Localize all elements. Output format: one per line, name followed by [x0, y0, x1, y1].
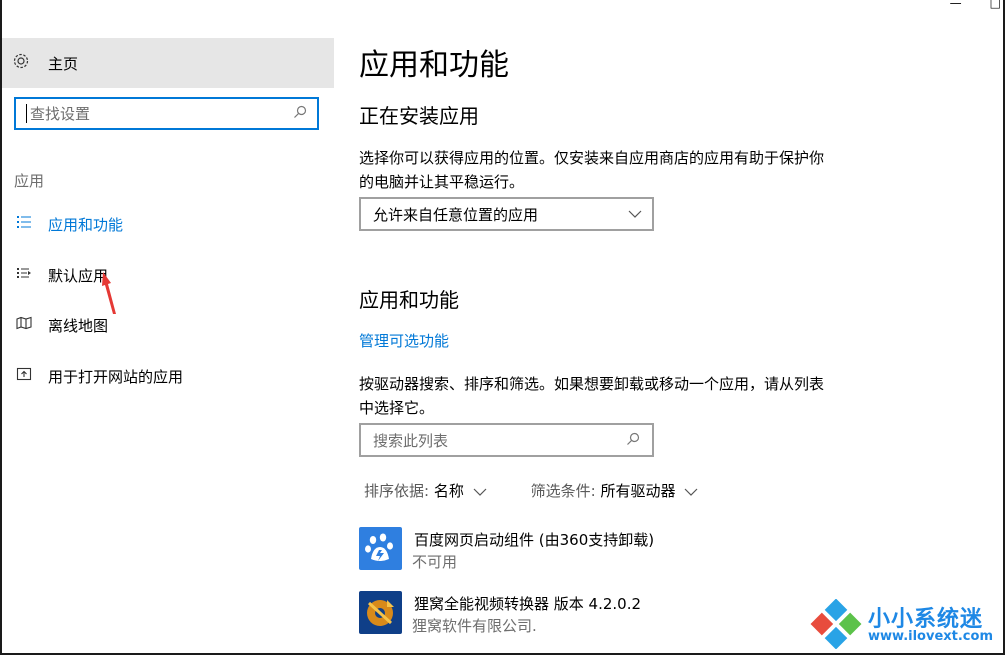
sidebar-item-home[interactable]: 主页 — [2, 38, 334, 88]
default-apps-icon — [14, 265, 34, 285]
sidebar-item-apps-features[interactable]: 应用和功能 — [2, 208, 334, 240]
app-name: 狸窝全能视频转换器 版本 4.2.0.2 — [414, 595, 642, 613]
offline-maps-icon — [14, 315, 34, 335]
app-status: 不可用 — [412, 553, 458, 571]
watermark: 小小系统迷 www.ilovext.com — [810, 599, 995, 649]
chevron-down-icon — [628, 207, 642, 221]
gear-icon — [12, 52, 32, 74]
apps-description: 按驱动器搜索、排序和筛选。如果想要卸载或移动一个应用，请从列表中选择它。 — [359, 375, 825, 417]
search-placeholder: 查找设置 — [30, 105, 91, 123]
sidebar: 主页 查找设置 应用 应用和功能 默认应用 离线地图 用于打开网站的应用 — [2, 0, 334, 653]
search-icon[interactable] — [293, 105, 307, 123]
sort-by-dropdown[interactable]: 排序依据: 名称 — [364, 480, 487, 501]
apps-features-heading: 应用和功能 — [359, 288, 459, 312]
sidebar-item-label: 用于打开网站的应用 — [48, 367, 184, 386]
sidebar-item-offline-maps[interactable]: 离线地图 — [2, 309, 334, 341]
sidebar-item-label: 离线地图 — [48, 316, 109, 335]
apps-for-websites-icon — [14, 366, 34, 386]
install-description: 选择你可以获得应用的位置。仅安装来自应用商店的应用有助于保护你的电脑并让其平稳运… — [359, 149, 825, 191]
sort-label: 排序依据: — [364, 482, 430, 500]
sidebar-item-label: 默认应用 — [48, 266, 109, 285]
page-title: 应用和功能 — [359, 48, 509, 83]
sort-filter-row: 排序依据: 名称 筛选条件: 所有驱动器 — [364, 480, 698, 501]
apps-features-icon — [14, 214, 34, 234]
watermark-logo-icon — [810, 599, 862, 649]
annotation-arrow-icon — [102, 272, 116, 314]
filter-value: 所有驱动器 — [600, 482, 676, 500]
video-converter-icon — [359, 591, 402, 634]
install-heading: 正在安装应用 — [359, 104, 479, 128]
app-publisher: 狸窝软件有限公司. — [412, 617, 537, 635]
sort-value: 名称 — [433, 482, 464, 500]
watermark-url: www.ilovext.com — [868, 629, 993, 644]
chevron-down-icon — [473, 488, 487, 496]
list-item[interactable]: 百度网页启动组件 (由360支持卸载) 不可用 — [359, 527, 959, 573]
manage-optional-features-link[interactable]: 管理可选功能 — [359, 330, 449, 351]
main-content: 应用和功能 正在安装应用 选择你可以获得应用的位置。仅安装来自应用商店的应用有助… — [334, 0, 1003, 653]
sidebar-item-default-apps[interactable]: 默认应用 — [2, 259, 334, 291]
list-search-placeholder: 搜索此列表 — [373, 431, 449, 450]
chevron-down-icon — [684, 488, 698, 496]
filter-label: 筛选条件: — [530, 482, 596, 500]
sidebar-item-label: 应用和功能 — [48, 215, 124, 234]
home-label: 主页 — [48, 54, 79, 73]
dropdown-value: 允许来自任意位置的应用 — [373, 205, 539, 224]
baidu-paw-icon — [359, 527, 402, 570]
sidebar-item-apps-for-websites[interactable]: 用于打开网站的应用 — [2, 360, 334, 392]
text-caret — [26, 104, 27, 123]
app-name: 百度网页启动组件 (由360支持卸载) — [414, 531, 655, 549]
list-search-input[interactable]: 搜索此列表 — [359, 423, 654, 457]
install-source-dropdown[interactable]: 允许来自任意位置的应用 — [359, 197, 654, 231]
search-icon[interactable] — [626, 431, 640, 450]
settings-search-input[interactable]: 查找设置 — [14, 97, 319, 130]
filter-by-dropdown[interactable]: 筛选条件: 所有驱动器 — [531, 480, 699, 501]
section-heading-apps: 应用 — [14, 172, 45, 190]
